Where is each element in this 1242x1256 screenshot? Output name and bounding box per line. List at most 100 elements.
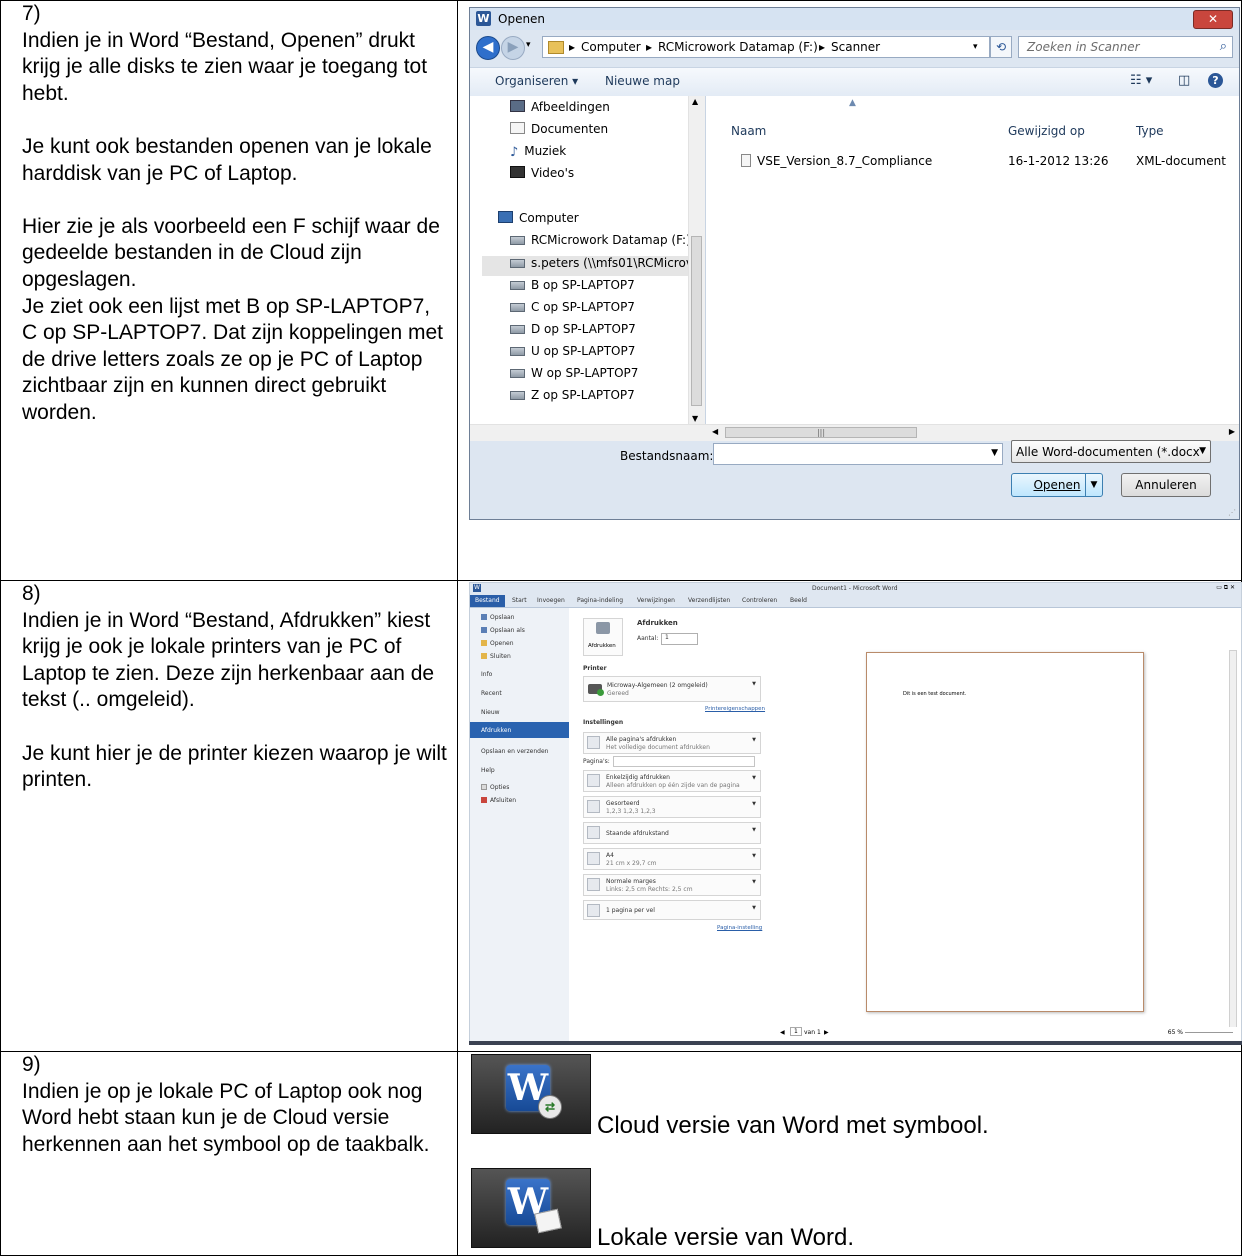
help-icon[interactable]: ? xyxy=(1208,73,1223,88)
pages-range-select[interactable]: Alle pagina's afdrukken Het volledige do… xyxy=(583,732,761,754)
sidebar-item-openen[interactable]: Openen xyxy=(481,640,514,647)
breadcrumb-item[interactable]: Computer xyxy=(581,40,641,54)
nav-item-drive-f[interactable]: RCMicrowork Datamap (F:) xyxy=(510,233,691,247)
sidebar-item-nieuw[interactable]: Nieuw xyxy=(481,709,500,716)
sidebar-item-opslaan-als[interactable]: Opslaan als xyxy=(481,627,525,634)
print-button[interactable]: Afdrukken xyxy=(583,618,623,656)
sidebar-item-help[interactable]: Help xyxy=(481,767,495,774)
sidebar-item-sluiten[interactable]: Sluiten xyxy=(481,653,511,660)
window-controls-icon[interactable]: ▭ ⧉ ✕ xyxy=(1216,584,1235,592)
orientation-select[interactable]: Staande afdrukstand ▼ xyxy=(583,822,761,844)
chevron-down-icon: ▼ xyxy=(752,827,756,833)
forward-arrow-icon[interactable]: ▶ xyxy=(501,36,525,60)
nav-item-z[interactable]: Z op SP-LAPTOP7 xyxy=(510,388,635,402)
open-button[interactable]: Openen ▼ xyxy=(1011,473,1103,497)
tab-bestand[interactable]: Bestand xyxy=(470,595,505,607)
tab-controleren[interactable]: Controleren xyxy=(742,597,777,604)
nav-item-u[interactable]: U op SP-LAPTOP7 xyxy=(510,344,635,358)
refresh-icon[interactable]: ⟲ xyxy=(990,36,1012,58)
back-arrow-icon[interactable]: ◀ xyxy=(476,36,500,60)
chevron-down-icon[interactable]: ▼ xyxy=(1199,446,1206,456)
collate-select[interactable]: Gesorteerd 1,2,3 1,2,3 1,2,3 ▼ xyxy=(583,796,761,818)
scroll-right-icon[interactable]: ▶ xyxy=(1229,427,1235,436)
nav-item-b[interactable]: B op SP-LAPTOP7 xyxy=(510,278,635,292)
search-input[interactable]: Zoeken in Scanner ⌕ xyxy=(1018,36,1233,58)
scrollbar-thumb[interactable] xyxy=(691,236,702,406)
nav-scrollbar[interactable]: ▲ ▼ xyxy=(688,96,705,424)
file-type-select[interactable]: Alle Word-documenten (*.docx ▼ xyxy=(1011,440,1211,463)
recent-dropdown-icon[interactable]: ▾ xyxy=(526,40,531,50)
page-setup-link[interactable]: Pagina-instelling xyxy=(717,925,762,931)
filename-input[interactable]: ▼ xyxy=(713,443,1003,465)
nav-item-videos[interactable]: Video's xyxy=(510,166,574,180)
word-app-icon: W xyxy=(476,11,491,26)
close-button[interactable]: ✕ xyxy=(1193,10,1233,29)
column-name[interactable]: Naam xyxy=(731,124,766,138)
sidebar-item-opties[interactable]: Opties xyxy=(481,784,509,791)
tab-beeld[interactable]: Beeld xyxy=(790,597,807,604)
pages-input[interactable] xyxy=(613,756,755,767)
resize-grip-icon[interactable]: ⋰ xyxy=(1228,508,1236,517)
tab-start[interactable]: Start xyxy=(512,597,527,604)
chevron-down-icon: ▼ xyxy=(752,853,756,859)
tab-invoegen[interactable]: Invoegen xyxy=(537,597,565,604)
nav-item-documents[interactable]: Documenten xyxy=(510,122,608,136)
tab-pagina-indeling[interactable]: Pagina-indeling xyxy=(577,597,623,604)
computer-icon xyxy=(498,211,513,223)
tab-verzendlijsten[interactable]: Verzendlijsten xyxy=(688,597,730,604)
breadcrumb-item[interactable]: RCMicrowork Datamap (F:) xyxy=(658,40,818,54)
cancel-button[interactable]: Annuleren xyxy=(1121,473,1211,497)
pages-per-sheet-select[interactable]: 1 pagina per vel ▼ xyxy=(583,900,761,920)
exit-icon xyxy=(481,797,487,803)
search-icon[interactable]: ⌕ xyxy=(1220,39,1227,54)
sides-select[interactable]: Enkelzijdig afdrukken Alleen afdrukken o… xyxy=(583,770,761,792)
dialog-titlebar: W Openen ✕ xyxy=(470,8,1239,30)
sidebar-item-afdrukken[interactable]: Afdrukken xyxy=(481,727,511,734)
file-row[interactable]: VSE_Version_8.7_Compliance xyxy=(741,154,932,168)
scroll-left-icon[interactable]: ◀ xyxy=(712,427,718,436)
sidebar-item-opslaan[interactable]: Opslaan xyxy=(481,614,514,621)
view-options-icon[interactable]: ☷ ▾ xyxy=(1130,73,1152,88)
sidebar-item-info[interactable]: Info xyxy=(481,671,492,678)
paragraph: Je ziet ook een lijst met B op SP-LAPTOP… xyxy=(22,294,443,424)
next-page-icon[interactable]: ▶ xyxy=(824,1029,829,1036)
column-modified[interactable]: Gewijzigd op xyxy=(1008,124,1085,138)
nav-item-music[interactable]: ♪ Muziek xyxy=(510,144,566,160)
word-app-icon: W xyxy=(473,584,481,592)
nav-item-speters[interactable]: s.peters (\\mfs01\RCMicrov xyxy=(510,256,693,270)
open-options-dropdown-icon[interactable]: ▼ xyxy=(1085,474,1102,496)
preview-scrollbar[interactable] xyxy=(1229,650,1237,1041)
chevron-down-icon: ▼ xyxy=(752,905,756,911)
page-number-input[interactable]: 1 xyxy=(790,1027,802,1036)
copies-input[interactable]: 1 xyxy=(661,633,698,645)
sidebar-item-afsluiten[interactable]: Afsluiten xyxy=(481,797,516,804)
printer-properties-link[interactable]: Printereigenschappen xyxy=(705,706,765,712)
breadcrumb[interactable]: ▸ Computer ▸ RCMicrowork Datamap (F:) ▸ … xyxy=(542,36,990,58)
scroll-up-icon[interactable]: ▲ xyxy=(692,97,698,106)
column-type[interactable]: Type xyxy=(1136,124,1164,138)
margins-select[interactable]: Normale marges Links: 2,5 cm Rechts: 2,5… xyxy=(583,874,761,896)
sidebar-item-opslaan-en-verzenden[interactable]: Opslaan en verzenden xyxy=(481,748,548,755)
paper-size-select[interactable]: A4 21 cm x 29,7 cm ▼ xyxy=(583,848,761,870)
nav-item-computer[interactable]: Computer xyxy=(498,211,579,225)
nav-item-c[interactable]: C op SP-LAPTOP7 xyxy=(510,300,635,314)
printer-select[interactable]: Microway-Algemeen (2 omgeleid) Gereed ▼ xyxy=(583,676,761,702)
nav-item-pictures[interactable]: Afbeeldingen xyxy=(510,100,610,114)
row-8: 8) Indien je in Word “Bestand, Afdrukken… xyxy=(0,580,1242,1052)
preview-pane-icon[interactable]: ◫ xyxy=(1178,73,1190,88)
sidebar-item-recent[interactable]: Recent xyxy=(481,690,502,697)
network-drive-icon xyxy=(510,347,525,356)
prev-page-icon[interactable]: ◀ xyxy=(780,1029,785,1036)
scroll-down-icon[interactable]: ▼ xyxy=(692,414,698,423)
organize-button[interactable]: Organiseren ▾ xyxy=(495,74,578,88)
nav-item-d[interactable]: D op SP-LAPTOP7 xyxy=(510,322,636,336)
zoom-slider[interactable] xyxy=(1185,1032,1233,1033)
scrollbar-thumb[interactable]: ||| xyxy=(725,427,917,438)
chevron-down-icon[interactable]: ▼ xyxy=(991,448,998,458)
breadcrumb-item[interactable]: Scanner xyxy=(831,40,880,54)
chevron-down-icon[interactable]: ▾ xyxy=(973,42,978,52)
horizontal-scrollbar[interactable]: ◀ ||| ▶ xyxy=(470,424,1239,441)
nav-item-w[interactable]: W op SP-LAPTOP7 xyxy=(510,366,638,380)
new-folder-button[interactable]: Nieuwe map xyxy=(605,74,680,88)
tab-verwijzingen[interactable]: Verwijzingen xyxy=(637,597,675,604)
